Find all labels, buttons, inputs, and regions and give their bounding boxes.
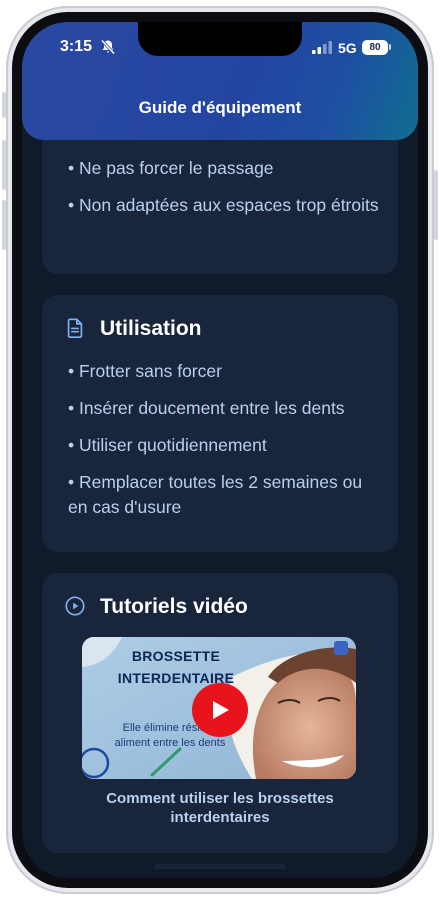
status-time: 3:15 xyxy=(60,38,93,55)
document-icon xyxy=(67,318,83,338)
section-title: Utilisation xyxy=(100,317,202,340)
bell-slash-icon xyxy=(100,39,116,55)
list-item: • Insérer doucement entre les dents xyxy=(68,398,345,418)
thumbnail-heading: BROSSETTE INTERDENTAIRE xyxy=(117,648,235,686)
section-title: Tutoriels vidéo xyxy=(100,595,248,618)
volume-up-button xyxy=(2,140,6,190)
video-tutorials-card: Tutoriels vidéo BROSSETTE INTERDENTAIRE … xyxy=(42,573,398,853)
list-item: • Remplacer toutes les 2 semaines ou en … xyxy=(68,472,363,517)
list-item: • Ne pas forcer le passage xyxy=(68,158,274,178)
dynamic-island xyxy=(138,22,302,56)
play-circle-icon xyxy=(65,596,85,616)
home-indicator[interactable] xyxy=(154,864,286,869)
video-thumbnail[interactable]: BROSSETTE INTERDENTAIRE Elle élimine rés… xyxy=(82,637,356,779)
signal-icon xyxy=(312,41,332,54)
battery-tip xyxy=(389,44,391,50)
list-item: • Non adaptées aux espaces trop étroits xyxy=(68,195,379,215)
battery-icon: 80 xyxy=(362,40,388,55)
app-header: 3:15 5G 80 Guide d'équipement xyxy=(22,22,418,140)
power-button xyxy=(434,170,438,240)
play-button[interactable] xyxy=(192,683,248,737)
network-label: 5G xyxy=(338,40,357,56)
app-screen: • Ne pas forcer le passage • Non adaptée… xyxy=(22,22,418,878)
video-caption[interactable]: Comment utiliser les brossettes interden… xyxy=(62,789,378,827)
play-icon xyxy=(213,701,229,719)
list-item: • Utiliser quotidiennement xyxy=(68,435,267,455)
usage-card: Utilisation • Frotter sans forcer • Insé… xyxy=(42,295,398,552)
volume-down-button xyxy=(2,200,6,250)
page-title: Guide d'équipement xyxy=(138,98,302,117)
list-item: • Frotter sans forcer xyxy=(68,361,222,381)
action-button xyxy=(2,92,6,118)
